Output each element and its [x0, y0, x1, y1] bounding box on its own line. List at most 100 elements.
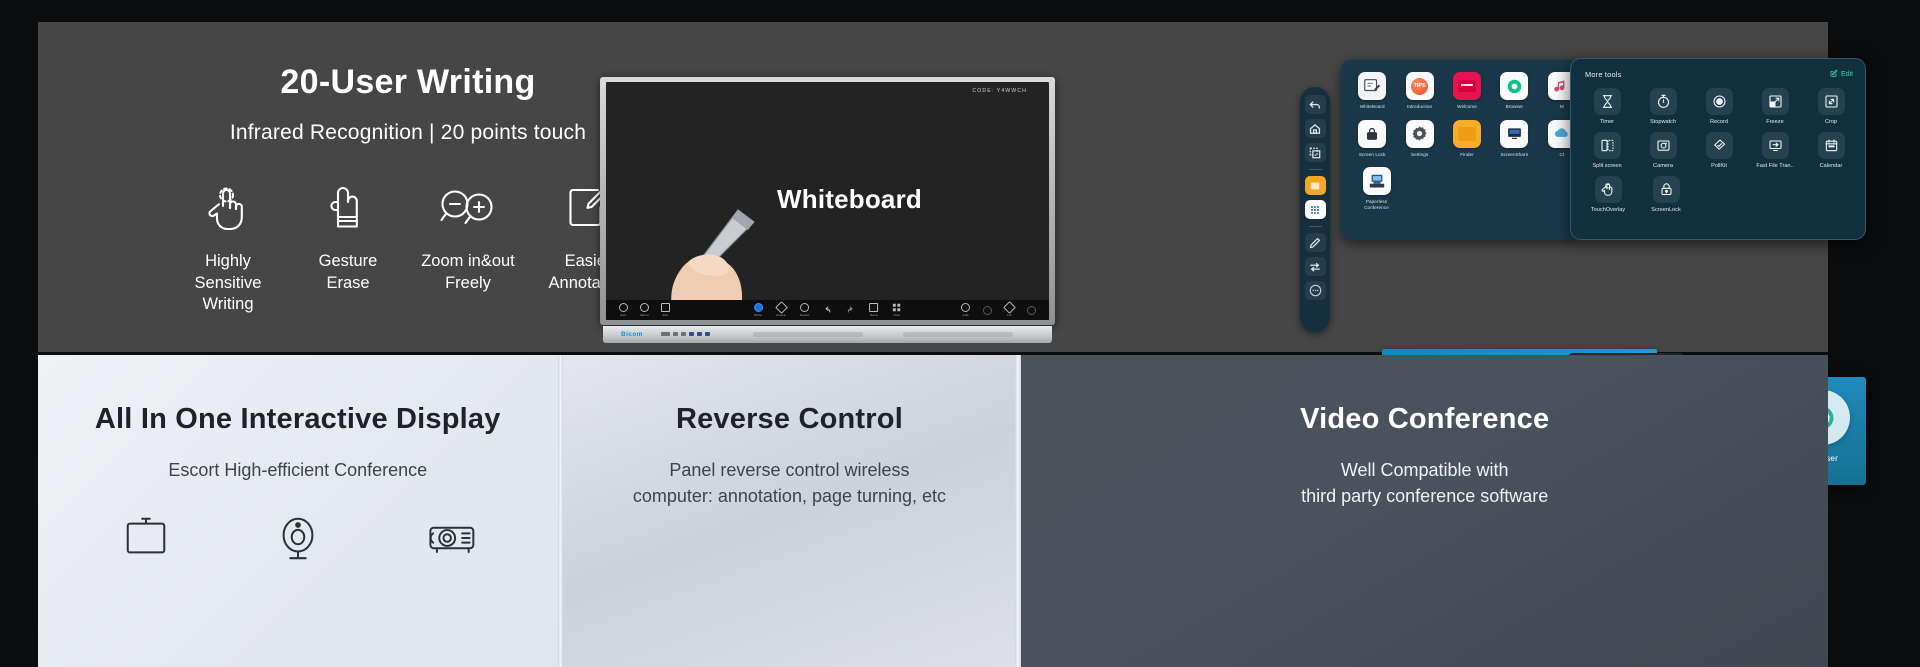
more-tools-header: More tools Edit [1585, 69, 1853, 79]
toolbar-button-erase[interactable]: Erase [774, 301, 788, 317]
app-tile-whiteboard[interactable]: WhiteBoard [1355, 72, 1389, 110]
app-tile-welcome[interactable]: Welcome [1450, 72, 1484, 110]
toolbar-button-next-page[interactable] [1027, 305, 1036, 315]
section-heading: All In One Interactive Display [94, 403, 501, 435]
toolbar-button-file[interactable]: File [661, 303, 670, 317]
more-tools-item-calendar[interactable]: Calendar [1809, 132, 1853, 169]
promo-page: 20-User Writing Infrared Recognition | 2… [0, 0, 1920, 667]
more-tools-item-record[interactable]: Record [1697, 88, 1741, 125]
more-tools-item-touch-overlay[interactable]: TouchOverlay [1585, 176, 1631, 213]
section-text: Escort High-efficient Conference [168, 460, 428, 480]
toolbar-button-select[interactable]: Select [800, 303, 810, 317]
lock-icon [1358, 119, 1387, 148]
more-tools-item-crop[interactable]: Crop [1809, 88, 1853, 125]
more-tools-item-stopwatch[interactable]: Stopwatch [1641, 88, 1685, 125]
toolbar-button-prev-page[interactable] [983, 305, 992, 315]
toolbar-button-tool[interactable]: Tool [892, 303, 901, 317]
record-icon [1705, 88, 1733, 115]
app-grid-row: WhiteBoard TIPS Introduction Welcome Bro… [1355, 72, 1579, 110]
feature-icon-row: Highly Sensitive Writing Gesture Erase Z… [163, 181, 653, 314]
welcome-icon [1453, 72, 1482, 100]
toolbar-right-group: Add 1/1 [961, 301, 1036, 317]
more-tools-item-screen-lock[interactable]: ScreenLock [1643, 176, 1689, 213]
app-tile-introduction[interactable]: TIPS Introduction [1402, 72, 1436, 110]
hero-title: 20-User Writing [280, 63, 536, 101]
section-video-conference: Video Conference Well Compatible with th… [1021, 355, 1828, 667]
toolbar-button-write[interactable]: Write [753, 303, 763, 317]
side-toolbar-mock [1300, 87, 1330, 332]
more-tools-item-camera[interactable]: Camera [1641, 132, 1685, 169]
sidebar-button-back[interactable] [1304, 95, 1326, 114]
sidebar-button-file-transfer[interactable] [1304, 257, 1326, 276]
screen-share-code: CODE: Y4WWCH [972, 88, 1027, 94]
camera-icon [1649, 132, 1677, 159]
section-icon-row [38, 510, 558, 566]
more-tools-edit-button[interactable]: Edit [1830, 69, 1853, 79]
toolbar-button-page-count[interactable]: 1/1 [1003, 301, 1016, 317]
more-tools-item-split-screen[interactable]: Split screen [1585, 132, 1629, 169]
stopwatch-icon [1649, 88, 1677, 115]
sidebar-button-multi-window[interactable] [1304, 143, 1326, 162]
app-grid-row: Paperless Conference [1355, 167, 1579, 210]
sidebar-button-more[interactable] [1304, 281, 1326, 300]
feature-item-gesture-erase: Gesture Erase [289, 181, 407, 293]
speaker-grille-left [753, 332, 863, 337]
feature-label-line2: Erase [326, 273, 370, 292]
toolbar-button-undo[interactable] [823, 306, 832, 315]
toolbar-button-add-page[interactable]: Add [961, 303, 970, 317]
port-strip [661, 332, 710, 336]
more-tools-title: More tools [1585, 69, 1622, 79]
whiteboard-toolbar: Exit Menu File Write Erase Select Save T… [606, 300, 1049, 320]
toolbar-button-save[interactable]: Save [869, 303, 879, 317]
feature-label-line1: Zoom in&out [421, 252, 515, 271]
section-all-in-one-interactive-display: All In One Interactive Display Escort Hi… [38, 355, 558, 667]
pollkit-icon [1705, 132, 1733, 159]
app-tile-settings[interactable]: Settings [1402, 119, 1436, 158]
more-tools-item-fast-file-transfer[interactable]: Fast File Tran.. [1753, 132, 1797, 169]
app-tile-screen-lock[interactable]: Screen Lock [1355, 119, 1389, 158]
toolbar-button-redo[interactable] [846, 306, 855, 315]
interactive-board-icon [118, 510, 174, 566]
app-grid-panel: WhiteBoard TIPS Introduction Welcome Bro… [1341, 60, 1579, 240]
sidebar-button-finder[interactable] [1304, 176, 1326, 195]
finder-folder-icon [1453, 119, 1482, 148]
display-screen[interactable]: CODE: Y4WWCH Whiteboard Exit Menu File W… [606, 82, 1049, 320]
section-text: Well Compatible with third party confere… [1301, 460, 1549, 506]
feature-label-line1: Gesture [318, 252, 378, 271]
section-text: Panel reverse control wireless computer:… [632, 460, 947, 506]
feature-item-zoom-in-out: Zoom in&out Freely [409, 181, 527, 293]
sidebar-button-pen[interactable] [1304, 233, 1326, 252]
toolbar-left-group: Exit Menu File [619, 303, 670, 317]
paperless-conference-icon [1362, 167, 1391, 196]
screen-lock-icon [1652, 176, 1680, 203]
interactive-display-mock: CODE: Y4WWCH Whiteboard Exit Menu File W… [600, 77, 1055, 349]
sidebar-separator [1308, 224, 1323, 228]
app-tile-browser[interactable]: Browser [1497, 72, 1531, 110]
brand-logo: Bicom [621, 331, 643, 338]
tips-icon: TIPS [1405, 72, 1434, 100]
toolbar-button-menu[interactable]: Menu [640, 303, 649, 317]
more-tools-item-freeze[interactable]: Freeze [1753, 88, 1797, 125]
feature-item-highly-sensitive-writing: Highly Sensitive Writing [169, 181, 287, 314]
edit-square-icon [1830, 69, 1838, 79]
sidebar-button-apps-grid[interactable] [1304, 200, 1326, 219]
more-tools-row: Timer Stopwatch Record Freeze Crop [1585, 88, 1853, 125]
app-tile-screen-share[interactable]: ScreenShare [1497, 119, 1531, 158]
screen-share-icon [1500, 119, 1529, 148]
hero-band: 20-User Writing Infrared Recognition | 2… [38, 22, 1866, 485]
gear-icon [1405, 119, 1434, 148]
feature-label-line2: Sensitive Writing [194, 273, 262, 313]
whiteboard-icon [1358, 72, 1387, 100]
sidebar-button-home[interactable] [1304, 119, 1326, 138]
feature-label-line1: Highly [205, 252, 251, 271]
bottom-sections: All In One Interactive Display Escort Hi… [38, 355, 1828, 667]
section-reverse-control: Reverse Control Panel reverse control wi… [563, 355, 1016, 667]
touch-overlay-icon [1594, 176, 1622, 203]
browser-icon [1500, 72, 1529, 100]
more-tools-item-pollkit[interactable]: PollKit [1697, 132, 1741, 169]
more-tools-item-timer[interactable]: Timer [1585, 88, 1629, 125]
toolbar-button-exit[interactable]: Exit [619, 303, 628, 317]
app-tile-finder[interactable]: Finder [1450, 119, 1484, 158]
app-tile-paperless-conference[interactable]: Paperless Conference [1355, 167, 1398, 210]
hourglass-icon [1593, 88, 1621, 115]
